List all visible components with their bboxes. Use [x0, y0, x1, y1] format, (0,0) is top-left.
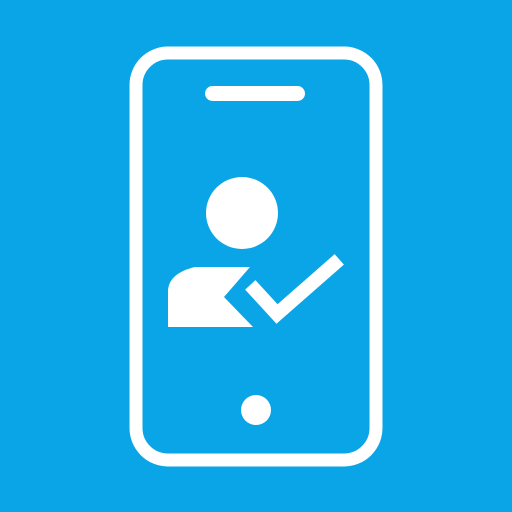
- phone-user-verified-icon: [129, 46, 383, 467]
- speaker-slot-icon: [205, 86, 305, 101]
- app-icon: [0, 0, 512, 512]
- user-head-icon: [206, 177, 278, 249]
- user-body-icon: [168, 267, 253, 327]
- home-button-icon: [241, 395, 271, 425]
- checkmark-icon: [245, 254, 344, 324]
